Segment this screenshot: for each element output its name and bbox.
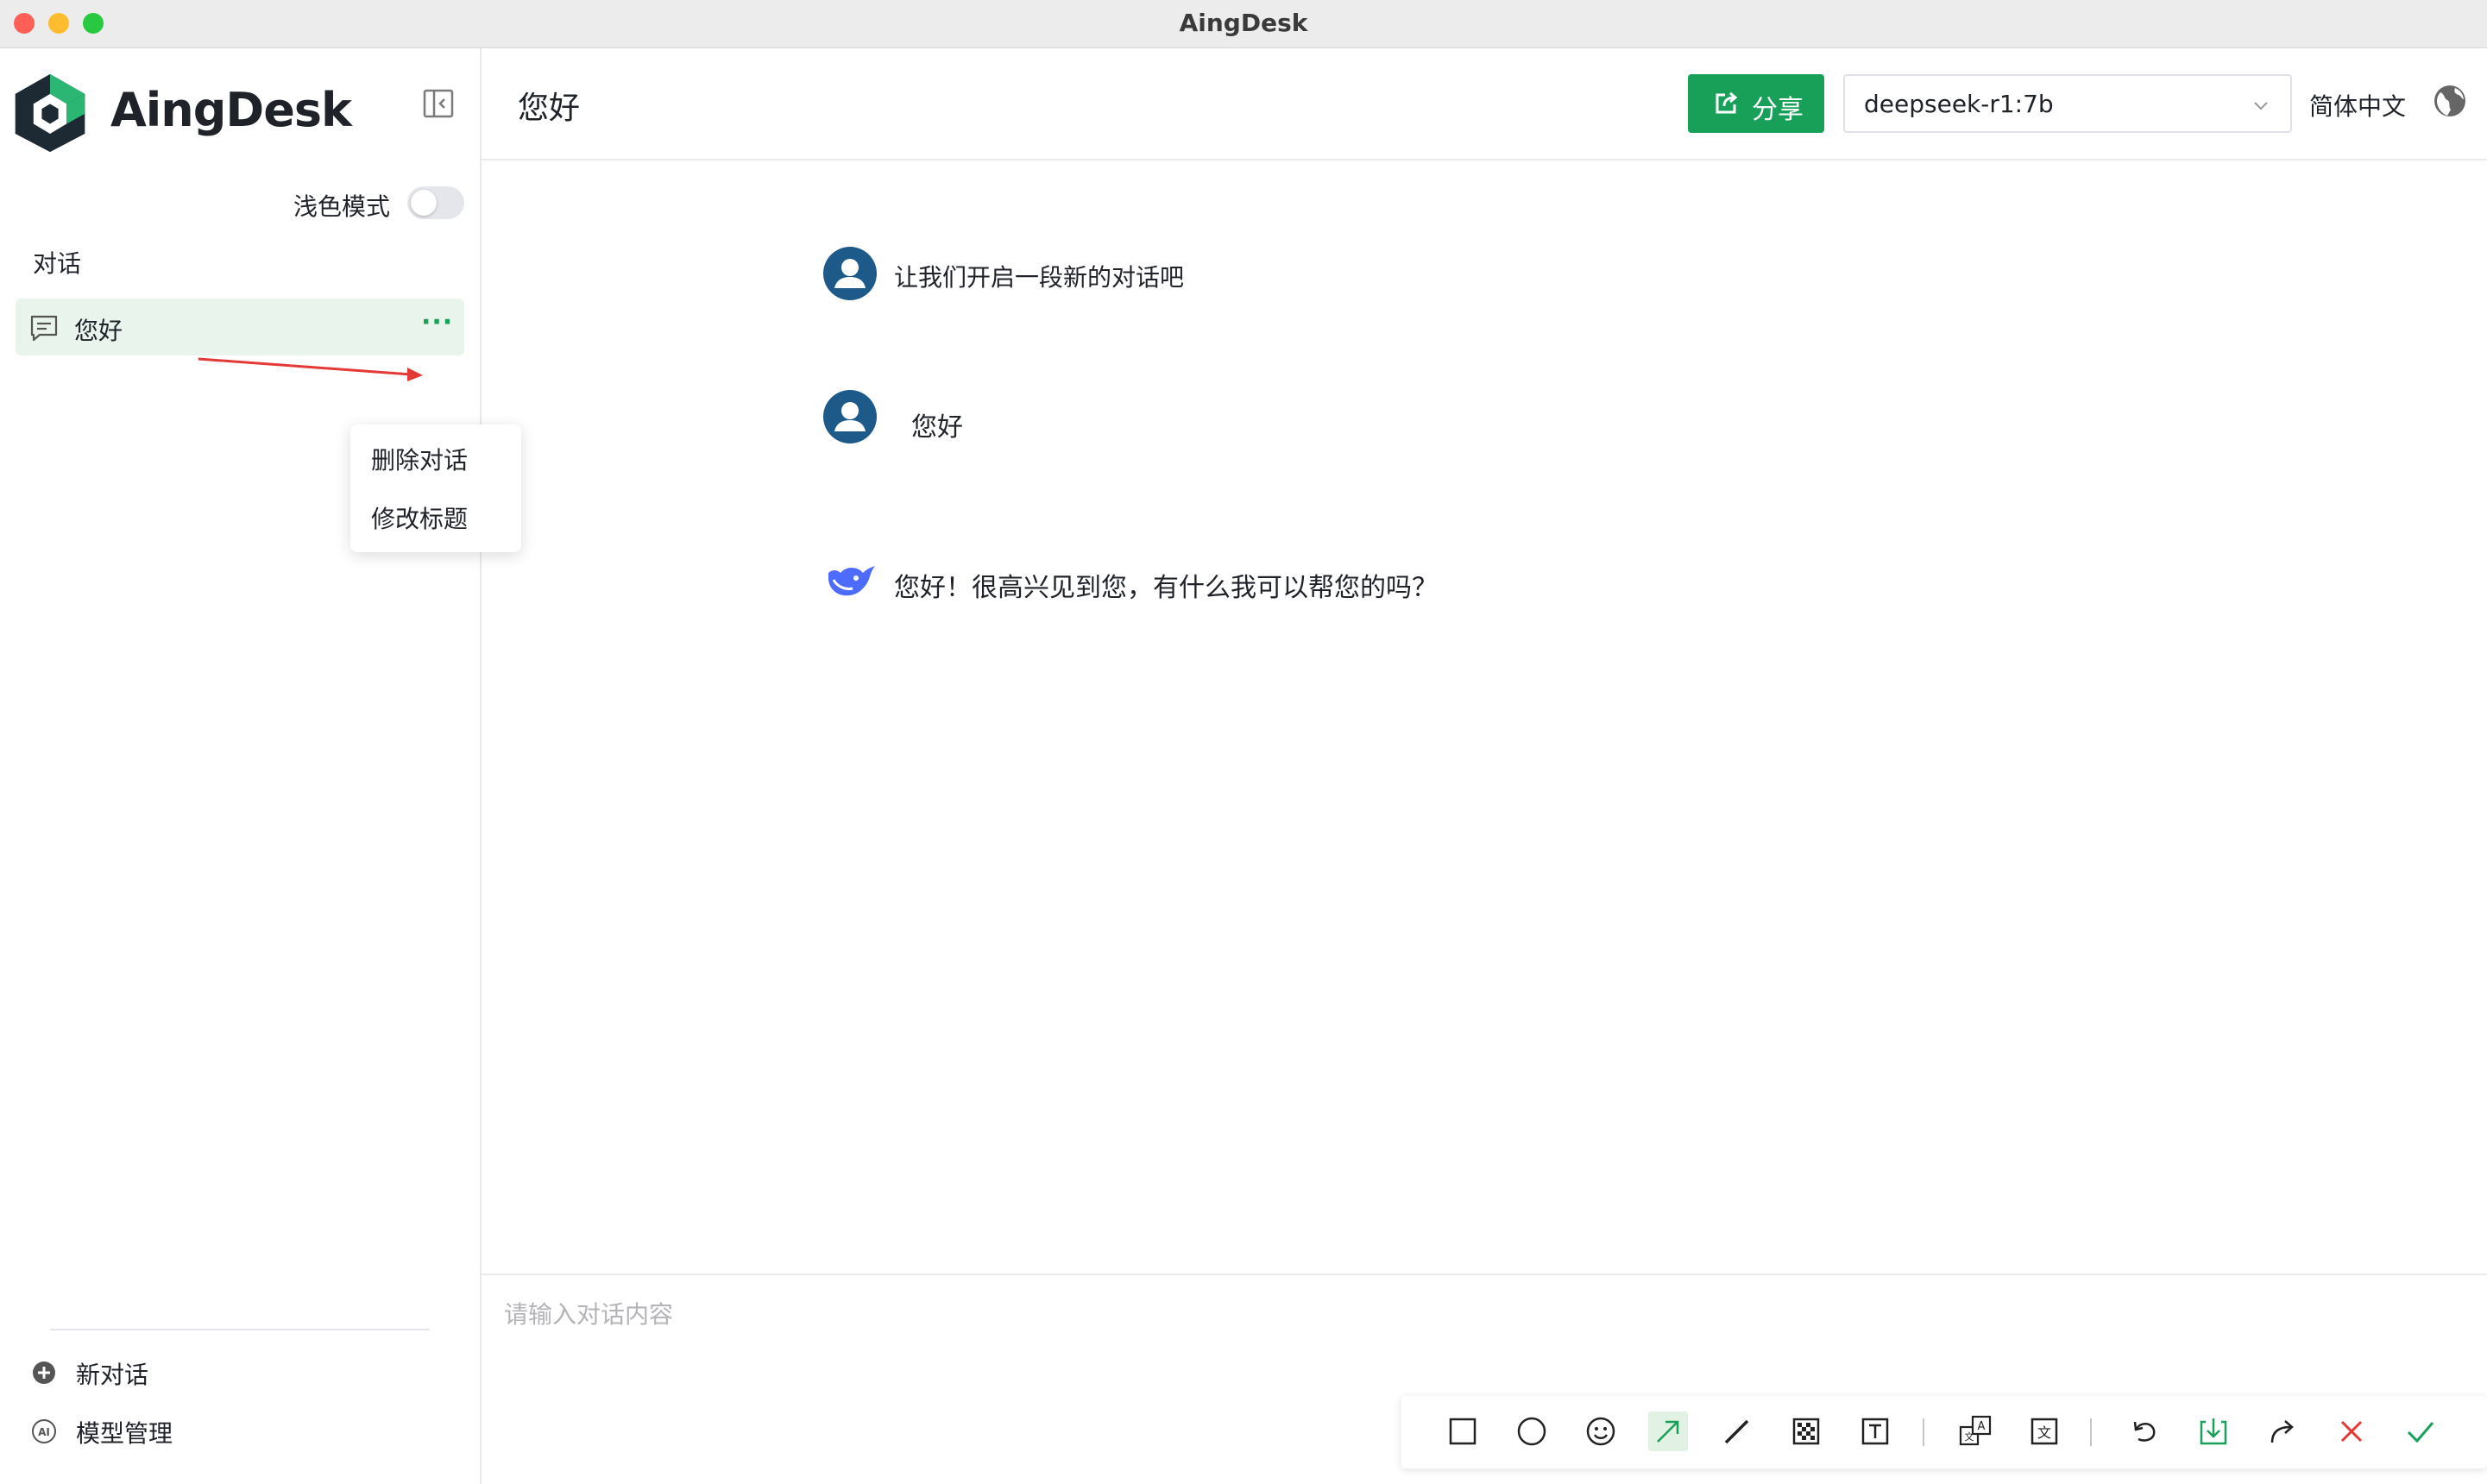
conversations-section-label: 对话 xyxy=(33,249,82,278)
cancel-icon[interactable] xyxy=(2332,1412,2371,1451)
app-logo-text: AingDesk xyxy=(110,83,352,137)
window-titlebar: AingDesk xyxy=(0,0,2487,48)
share-label: 分享 xyxy=(1752,95,1804,125)
svg-text:AI: AI xyxy=(38,1426,50,1438)
share-icon[interactable] xyxy=(2263,1412,2302,1451)
theme-mode-label: 浅色模式 xyxy=(293,192,391,221)
deepseek-whale-icon xyxy=(828,566,875,596)
chat-input[interactable] xyxy=(502,1287,2447,1341)
user-avatar-icon xyxy=(823,247,877,300)
undo-icon[interactable] xyxy=(2125,1412,2164,1451)
ocr-icon[interactable]: 文 xyxy=(2024,1412,2064,1451)
chevron-down-icon xyxy=(2254,102,2268,110)
new-conversation-label: 新对话 xyxy=(76,1361,149,1389)
theme-mode-toggle[interactable] xyxy=(407,186,464,219)
confirm-icon[interactable] xyxy=(2401,1412,2440,1451)
mosaic-icon[interactable] xyxy=(1786,1412,1826,1451)
conversation-item[interactable]: 您好 ··· xyxy=(16,299,464,355)
save-icon[interactable] xyxy=(2194,1412,2233,1451)
page-title: 您好 xyxy=(518,91,581,126)
globe-icon[interactable] xyxy=(2432,83,2468,119)
toolbar-separator xyxy=(1923,1418,1924,1446)
text-icon[interactable] xyxy=(1855,1412,1895,1451)
sidebar: AingDesk 浅色模式 对话 您好 ··· 删除对话 修改标题 新对话 AI… xyxy=(0,48,521,1484)
share-button[interactable]: 分享 xyxy=(1688,74,1824,133)
ai-icon: AI xyxy=(32,1419,56,1443)
menu-item-rename-title[interactable]: 修改标题 xyxy=(371,500,468,535)
sidebar-collapse-icon[interactable] xyxy=(421,86,456,121)
plus-circle-icon xyxy=(33,1361,55,1384)
main-panel: 您好 分享 deepseek-r1:7b 简体中文 让我们开启一段新的对话吧 您… xyxy=(482,48,2487,1484)
sidebar-divider xyxy=(50,1329,430,1330)
window-title: AingDesk xyxy=(1179,9,1308,37)
message-text: 您好 xyxy=(911,412,963,443)
share-icon xyxy=(1716,91,1738,114)
annotation-arrow xyxy=(198,357,423,381)
user-avatar-icon xyxy=(823,390,877,443)
ellipse-icon[interactable] xyxy=(1512,1412,1552,1451)
pen-icon[interactable] xyxy=(1717,1412,1757,1451)
screenshot-toolbar: A文 文 xyxy=(1401,1396,2487,1468)
svg-text:文: 文 xyxy=(1965,1431,1974,1443)
model-management-label: 模型管理 xyxy=(76,1419,173,1448)
message-text: 您好！很高兴见到您，有什么我可以帮您的吗？ xyxy=(894,573,1438,603)
language-selector[interactable]: 简体中文 xyxy=(2309,88,2406,123)
toggle-knob xyxy=(411,190,437,216)
toolbar-separator xyxy=(2090,1418,2092,1446)
svg-text:文: 文 xyxy=(2037,1424,2051,1441)
svg-text:A: A xyxy=(1978,1420,1986,1433)
rectangle-icon[interactable] xyxy=(1443,1412,1483,1451)
translate-icon[interactable]: A文 xyxy=(1955,1412,1995,1451)
menu-item-delete-conversation[interactable]: 删除对话 xyxy=(371,442,468,476)
conversation-title: 您好 xyxy=(74,317,123,345)
main-header: 您好 分享 deepseek-r1:7b 简体中文 xyxy=(482,48,2487,160)
arrow-icon[interactable] xyxy=(1648,1412,1688,1451)
emoji-icon[interactable] xyxy=(1581,1412,1621,1451)
conversation-more-button[interactable]: ··· xyxy=(421,307,453,337)
chat-bubble-icon xyxy=(30,315,58,342)
model-select-value: deepseek-r1:7b xyxy=(1864,90,2054,118)
model-select[interactable]: deepseek-r1:7b xyxy=(1843,74,2292,133)
message-text: 让我们开启一段新的对话吧 xyxy=(894,263,1185,292)
app-logo-icon xyxy=(15,73,85,153)
